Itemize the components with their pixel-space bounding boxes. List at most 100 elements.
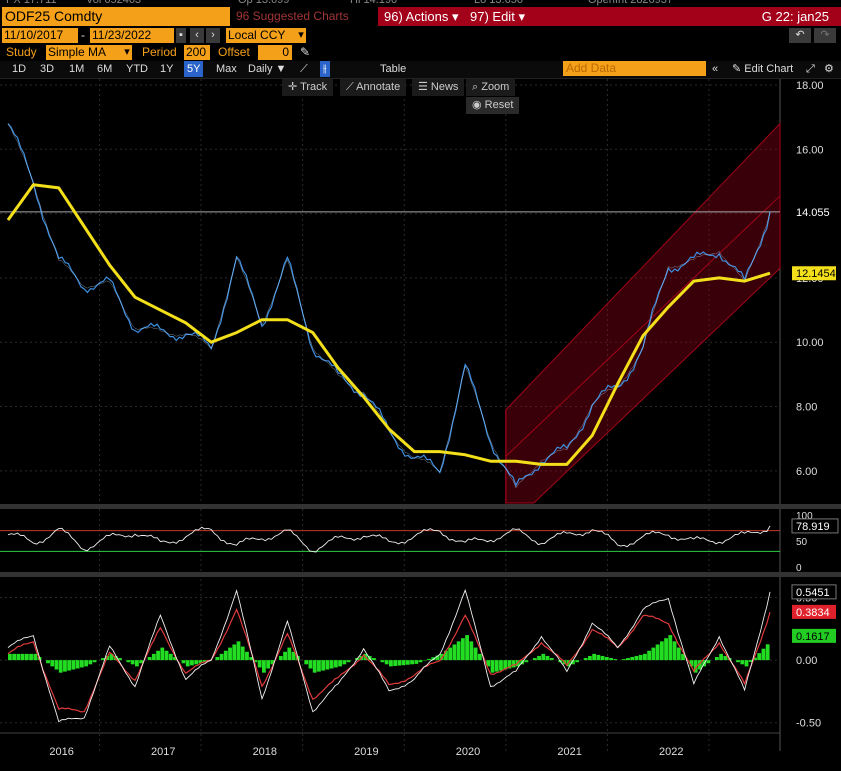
macd-histogram-bar: [592, 654, 596, 660]
macd-histogram-bar: [262, 660, 266, 673]
macd-histogram-bar: [67, 660, 71, 670]
reset-button[interactable]: ◉ Reset: [466, 97, 519, 114]
macd-histogram-bar: [673, 641, 677, 660]
offset-field[interactable]: 0: [258, 45, 292, 60]
chart-area[interactable]: 18.0016.0014.0012.0010.008.006.0014.0551…: [0, 79, 841, 768]
macd-histogram-bar: [258, 660, 262, 667]
macd-histogram-bar: [76, 660, 80, 668]
undo-icon[interactable]: ↶: [789, 28, 811, 43]
add-data-input[interactable]: Add Data: [563, 61, 706, 76]
range-ytd[interactable]: YTD: [126, 61, 148, 77]
range-max[interactable]: Max: [216, 61, 237, 77]
study-label: Study: [6, 45, 37, 60]
collapse-icon[interactable]: «: [712, 61, 718, 77]
macd-histogram-bar: [677, 648, 681, 661]
chevron-down-icon[interactable]: ▾: [122, 45, 132, 60]
macd-histogram-bar: [406, 660, 410, 665]
macd-value-label: 0.5451: [796, 587, 830, 599]
macd-histogram-bar: [723, 656, 727, 660]
macd-histogram-bar: [190, 660, 194, 665]
range-1y[interactable]: 1Y: [160, 61, 173, 77]
news-button[interactable]: ☰ News: [412, 79, 464, 96]
macd-histogram-bar: [342, 660, 346, 664]
macd-histogram-bar: [740, 660, 744, 664]
x-tick-label: 2022: [659, 746, 683, 758]
macd-histogram-bar: [389, 660, 393, 666]
ticker-field[interactable]: ODF25 Comdty: [2, 7, 230, 26]
range-5y[interactable]: 5Y: [184, 61, 203, 77]
macd-histogram-bar: [635, 656, 639, 660]
candle-chart-icon[interactable]: ⫲: [320, 61, 330, 77]
macd-histogram-bar: [474, 648, 478, 661]
next-period-button[interactable]: ›: [206, 28, 220, 43]
rsi-tick-label: 0: [796, 563, 802, 574]
zoom-button[interactable]: ⌕ Zoom: [466, 79, 515, 96]
macd-histogram-bar: [55, 660, 59, 669]
y-tick-label: 10.00: [796, 337, 824, 349]
macd-histogram-bar: [156, 651, 160, 660]
track-button[interactable]: ✛ Track: [282, 79, 333, 96]
actions-menu[interactable]: 96) Actions ▾: [384, 8, 458, 25]
edit-label: 97) Edit: [470, 9, 515, 24]
start-date-field[interactable]: 11/10/2017: [2, 28, 78, 43]
menu-bar: 96) Actions ▾ 97) Edit ▾ G 22: jan25: [378, 7, 841, 26]
macd-histogram-bar: [719, 654, 723, 660]
macd-histogram-bar: [347, 660, 351, 662]
study-select[interactable]: Simple MA: [46, 45, 122, 60]
end-date-field[interactable]: 11/23/2022: [90, 28, 174, 43]
edit-chart-button[interactable]: ✎ Edit Chart: [732, 61, 793, 77]
edit-menu[interactable]: 97) Edit ▾: [470, 8, 525, 25]
x-tick-label: 2021: [557, 746, 581, 758]
macd-histogram-bar: [381, 660, 385, 662]
macd-histogram-bar: [228, 648, 232, 661]
macd-histogram-bar: [410, 660, 414, 664]
redo-icon[interactable]: ↷: [814, 28, 836, 43]
gear-icon[interactable]: ⚙: [824, 61, 834, 77]
macd-histogram-bar: [656, 644, 660, 660]
macd-histogram-bar: [80, 660, 84, 667]
macd-histogram-bar: [546, 656, 550, 660]
macd-histogram-bar: [338, 660, 342, 666]
zoom-fit-icon[interactable]: ⤢: [806, 61, 815, 77]
macd-histogram-bar: [135, 660, 139, 666]
line-chart-icon[interactable]: ⟋: [300, 61, 308, 77]
macd-histogram-bar: [478, 654, 482, 660]
table-button[interactable]: Table: [380, 61, 406, 77]
annotate-label: Annotate: [356, 81, 400, 93]
chevron-down-icon[interactable]: ▾: [296, 28, 306, 43]
macd-histogram-bar: [499, 660, 503, 670]
annotate-button[interactable]: ⟋ Annotate: [340, 79, 406, 96]
frequency-select[interactable]: Daily ▼: [248, 61, 286, 77]
range-6m[interactable]: 6M: [97, 61, 112, 77]
y-tick-label: 16.00: [796, 144, 824, 156]
calendar-icon[interactable]: ▪: [176, 28, 186, 43]
macd-histogram-bar: [622, 659, 626, 660]
range-3d[interactable]: 3D: [40, 61, 54, 77]
macd-histogram-bar: [402, 660, 406, 665]
macd-histogram-bar: [457, 641, 461, 660]
macd-histogram-bar: [232, 644, 236, 660]
macd-histogram-bar: [330, 660, 334, 668]
macd-histogram-bar: [550, 658, 554, 660]
macd-histogram-bar: [630, 657, 634, 660]
macd-histogram-bar: [461, 638, 465, 660]
macd-histogram-bar: [16, 654, 20, 660]
macd-histogram-bar: [601, 656, 605, 660]
period-field[interactable]: 200: [184, 45, 210, 60]
range-1d[interactable]: 1D: [12, 61, 26, 77]
pencil-icon[interactable]: ✎: [300, 45, 310, 60]
chevron-down-icon: ▾: [452, 9, 459, 24]
macd-histogram-bar: [414, 660, 418, 664]
macd-histogram-bar: [220, 654, 224, 660]
macd-histogram-bar: [313, 660, 317, 673]
macd-histogram-bar: [59, 660, 63, 673]
currency-select[interactable]: Local CCY: [226, 28, 296, 43]
suggested-charts-button[interactable]: 96 Suggested Charts: [236, 8, 349, 25]
rsi-line: [8, 526, 770, 552]
macd-histogram-bar: [12, 654, 16, 660]
prev-period-button[interactable]: ‹: [190, 28, 204, 43]
macd-histogram-bar: [245, 652, 249, 660]
range-1m[interactable]: 1M: [69, 61, 84, 77]
macd-histogram-bar: [647, 651, 651, 660]
y-tick-label: 8.00: [796, 402, 817, 414]
